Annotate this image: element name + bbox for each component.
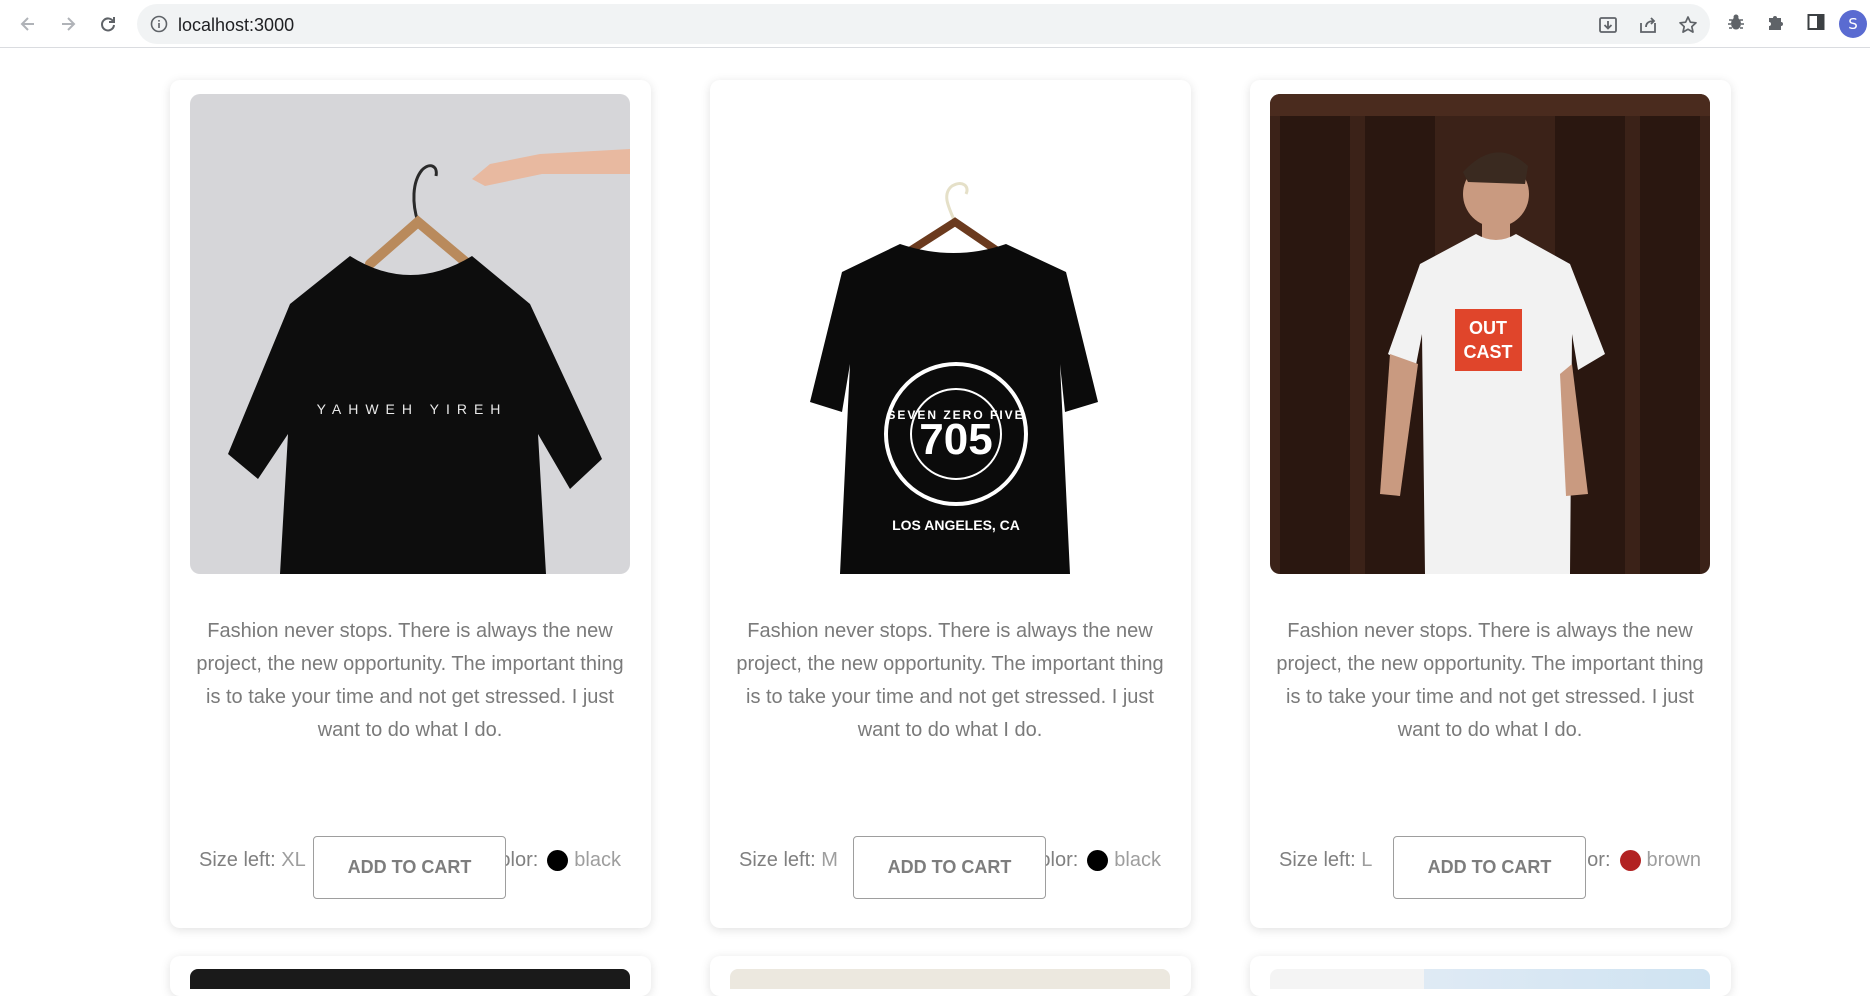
color-swatch bbox=[1619, 850, 1641, 871]
size-value: L bbox=[1361, 849, 1373, 871]
forward-arrow-icon[interactable] bbox=[54, 10, 82, 38]
add-to-cart-button[interactable]: ADD TO CART bbox=[853, 836, 1046, 899]
size-info: Size left: XL bbox=[199, 849, 306, 872]
color-name: black bbox=[574, 849, 621, 871]
product-image bbox=[1270, 969, 1710, 989]
share-icon[interactable] bbox=[1637, 14, 1659, 36]
color-name: brown bbox=[1646, 849, 1701, 871]
size-info: Size left: M bbox=[739, 849, 838, 872]
back-arrow-icon[interactable] bbox=[14, 10, 42, 38]
avatar[interactable]: S bbox=[1839, 10, 1867, 38]
url-text: localhost:3000 bbox=[178, 15, 295, 35]
size-label: Size left: bbox=[1279, 849, 1356, 871]
product-card: OUT CAST Fashion never stops. There is a… bbox=[1250, 80, 1731, 928]
product-card-partial bbox=[1250, 956, 1731, 996]
product-description: Fashion never stops. There is always the… bbox=[736, 620, 1164, 741]
product-image: YAHWEH YIREH bbox=[190, 94, 630, 574]
browser-toolbar: localhost:3000 S bbox=[0, 0, 1870, 48]
color-name: black bbox=[1114, 849, 1161, 871]
puzzle-icon[interactable] bbox=[1764, 10, 1788, 34]
info-icon[interactable] bbox=[149, 14, 169, 34]
shirt-print-text-line2: CAST bbox=[1464, 342, 1513, 362]
size-label: Size left: bbox=[739, 849, 816, 871]
product-description: Fashion never stops. There is always the… bbox=[196, 620, 624, 741]
product-image bbox=[730, 969, 1170, 989]
shirt-print-text: YAHWEH YIREH bbox=[317, 401, 508, 417]
size-label: Size left: bbox=[199, 849, 276, 871]
add-to-cart-button[interactable]: ADD TO CART bbox=[1393, 836, 1586, 899]
shirt-city-text: LOS ANGELES, CA bbox=[892, 517, 1020, 533]
shirt-print-text-line1: OUT bbox=[1469, 318, 1507, 338]
product-image: OUT CAST bbox=[1270, 94, 1710, 574]
sidepanel-icon[interactable] bbox=[1804, 10, 1828, 34]
product-description: Fashion never stops. There is always the… bbox=[1276, 620, 1704, 741]
add-to-cart-button[interactable]: ADD TO CART bbox=[313, 836, 506, 899]
shirt-number-text: 705 bbox=[919, 415, 992, 464]
color-swatch bbox=[1087, 850, 1109, 871]
star-icon[interactable] bbox=[1677, 14, 1699, 36]
product-image bbox=[190, 969, 630, 989]
product-card-partial bbox=[710, 956, 1191, 996]
address-bar[interactable]: localhost:3000 bbox=[137, 4, 1710, 44]
bug-icon[interactable] bbox=[1724, 10, 1748, 34]
size-value: M bbox=[821, 849, 838, 871]
product-card-partial bbox=[170, 956, 651, 996]
product-card: YAHWEH YIREH Fashion never stops. There … bbox=[170, 80, 651, 928]
download-icon[interactable] bbox=[1597, 14, 1619, 36]
color-swatch bbox=[547, 850, 569, 871]
reload-icon[interactable] bbox=[94, 10, 122, 38]
product-image: SEVEN ZERO FIVE 705 LOS ANGELES, CA bbox=[730, 94, 1170, 574]
product-card: SEVEN ZERO FIVE 705 LOS ANGELES, CA Fash… bbox=[710, 80, 1191, 928]
size-info: Size left: L bbox=[1279, 849, 1372, 872]
size-value: XL bbox=[281, 849, 306, 871]
